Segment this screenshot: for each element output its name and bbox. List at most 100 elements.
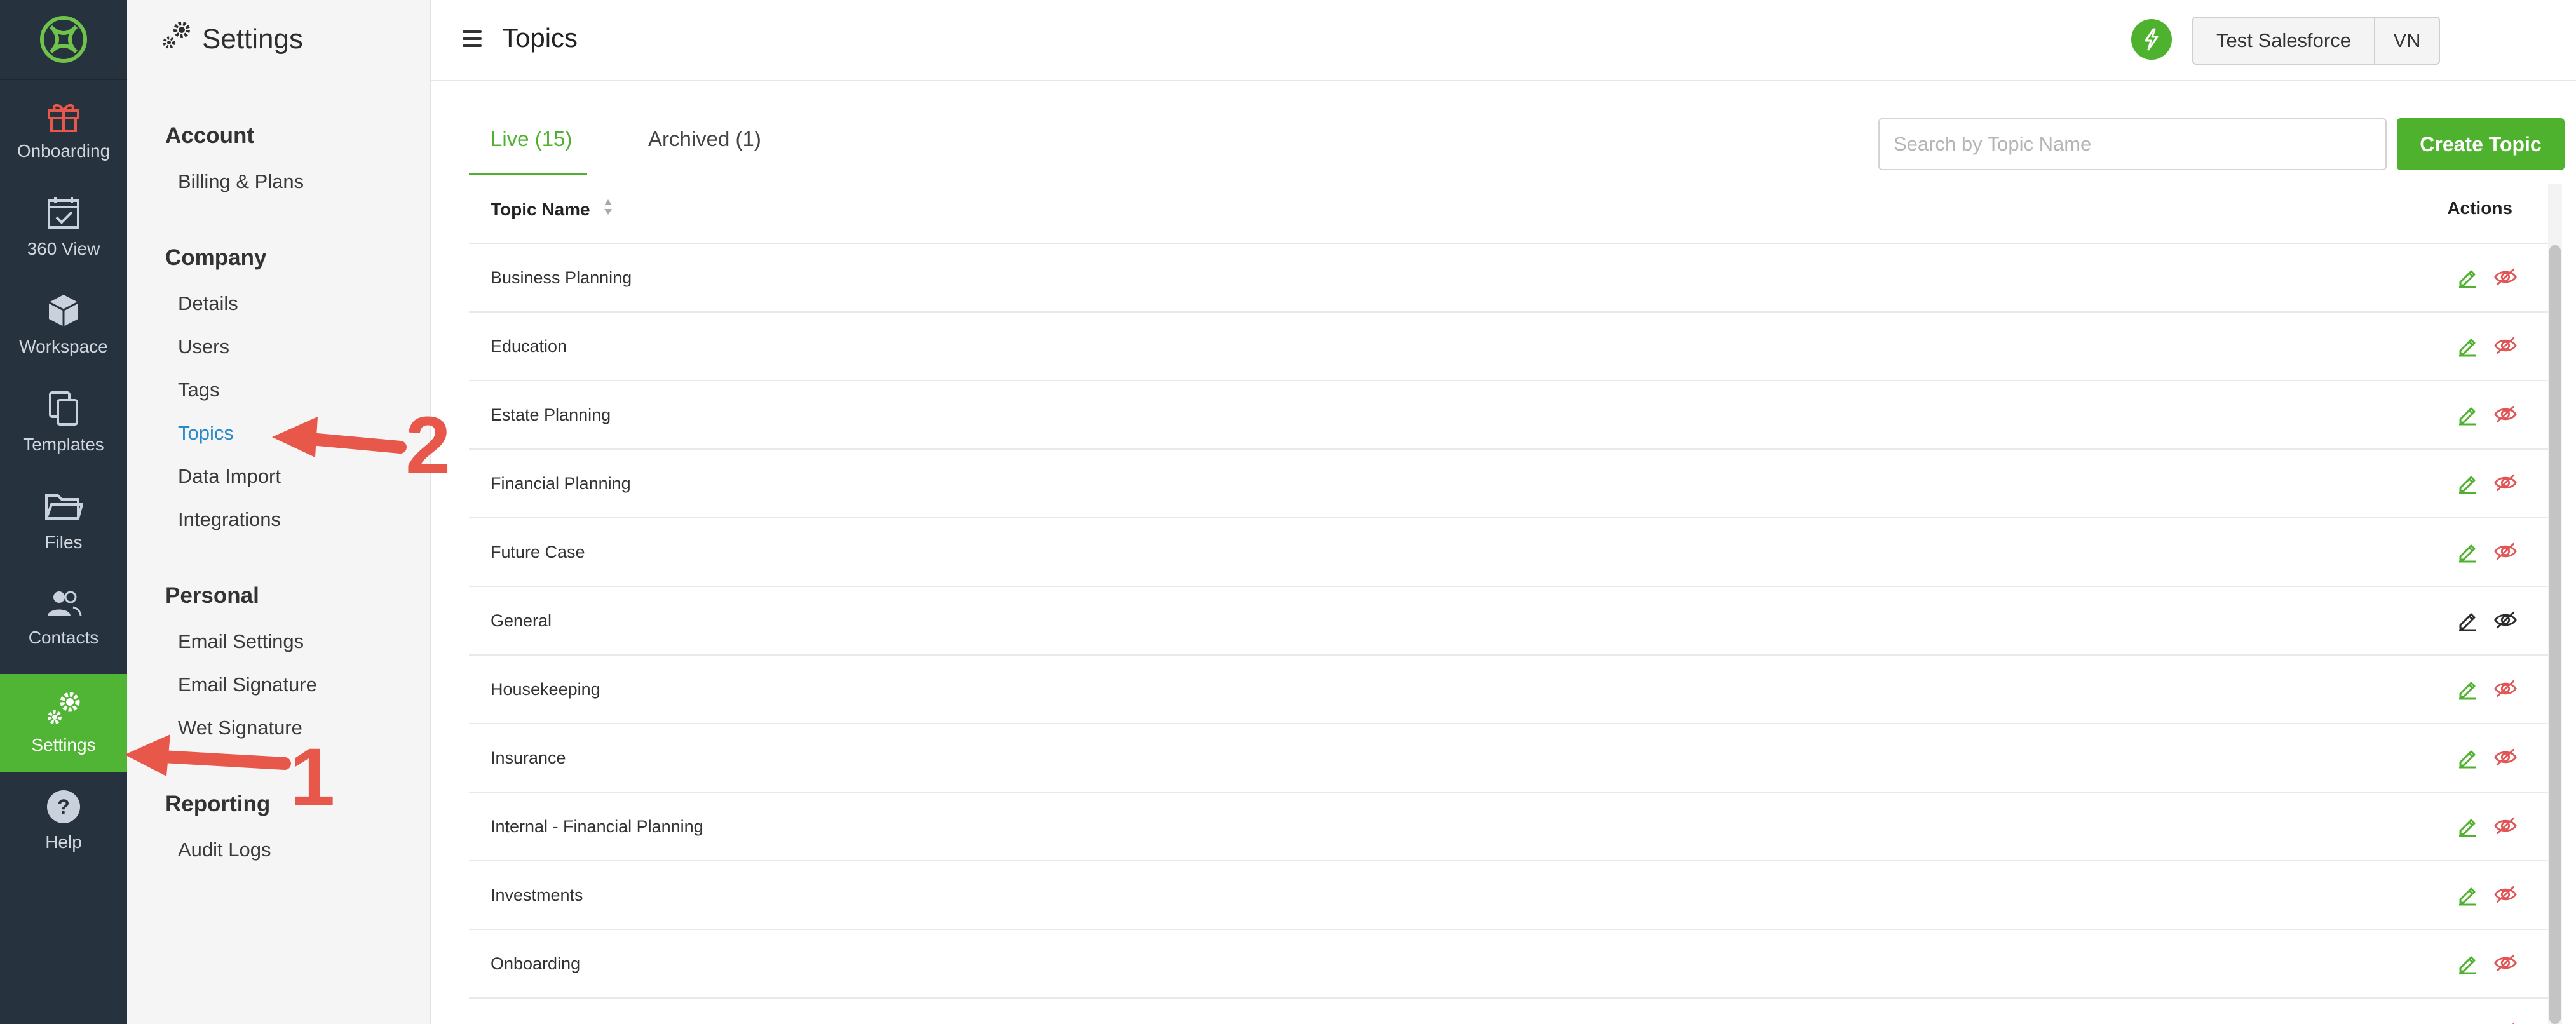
topic-name-cell: Estate Planning [491, 405, 611, 424]
rail-item-settings[interactable]: Settings [0, 674, 127, 772]
nav-link-audit-logs[interactable]: Audit Logs [178, 839, 271, 861]
people-icon [45, 588, 82, 620]
edit-pencil-icon[interactable] [2455, 676, 2479, 701]
archive-eye-slash-icon[interactable] [2493, 470, 2518, 495]
table-row[interactable]: Education [469, 313, 2548, 381]
nav-link-email-signature[interactable]: Email Signature [178, 673, 317, 696]
sort-icon [603, 198, 613, 220]
help-icon: ? [46, 789, 81, 825]
table-row[interactable]: General [469, 587, 2548, 656]
column-header-topic-name[interactable]: Topic Name [491, 198, 613, 220]
nav-link-data-import[interactable]: Data Import [178, 465, 281, 488]
topic-name-cell: Investments [491, 886, 583, 905]
table-row[interactable]: Estate Planning [469, 381, 2548, 450]
section-account: Account [165, 123, 254, 148]
rail-item-workspace[interactable]: Workspace [0, 276, 127, 374]
gear-icon [43, 691, 84, 727]
svg-text:?: ? [57, 795, 70, 818]
page-title: Topics [502, 23, 578, 53]
column-header-label: Topic Name [491, 199, 590, 219]
topic-name-cell: Housekeeping [491, 680, 600, 699]
edit-pencil-icon[interactable] [2455, 607, 2479, 633]
app-logo[interactable] [0, 0, 127, 80]
table-row[interactable]: Onboarding [469, 930, 2548, 999]
archive-eye-slash-icon[interactable] [2493, 950, 2518, 976]
nav-link-tags[interactable]: Tags [178, 379, 219, 401]
topic-name-cell: Onboarding [491, 954, 581, 973]
archive-eye-slash-icon[interactable] [2493, 744, 2518, 770]
salesforce-button[interactable]: Test Salesforce [2193, 18, 2375, 64]
nav-link-email-settings[interactable]: Email Settings [178, 630, 304, 653]
table-row[interactable]: Other Business [469, 999, 2548, 1024]
nav-link-integrations[interactable]: Integrations [178, 508, 281, 531]
row-actions [2455, 950, 2518, 976]
rail-item-files[interactable]: Files [0, 471, 127, 569]
rail-label: Onboarding [17, 141, 111, 161]
rail-item-onboarding[interactable]: Onboarding [0, 80, 127, 178]
rail-label: Files [44, 532, 83, 552]
nav-link-users[interactable]: Users [178, 335, 229, 358]
archive-eye-slash-icon[interactable] [2493, 333, 2518, 358]
rail-item-360-view[interactable]: 360 View [0, 178, 127, 276]
edit-pencil-icon[interactable] [2455, 539, 2479, 564]
annotation-number-2: 2 [405, 400, 451, 491]
row-actions [2455, 401, 2518, 427]
menu-icon[interactable] [463, 30, 482, 48]
create-topic-button[interactable]: Create Topic [2397, 118, 2565, 170]
edit-pencil-icon[interactable] [2455, 333, 2479, 358]
rail-label: Templates [23, 435, 104, 454]
nav-link-billing-plans[interactable]: Billing & Plans [178, 170, 304, 193]
edit-pencil-icon[interactable] [2455, 401, 2479, 427]
nav-link-wet-signature[interactable]: Wet Signature [178, 717, 302, 739]
header-button-group: Test Salesforce VN [2192, 17, 2440, 65]
settings-title: Settings [160, 20, 303, 58]
table-row[interactable]: Investments [469, 861, 2548, 930]
edit-pencil-icon[interactable] [2455, 1019, 2479, 1024]
nav-link-details[interactable]: Details [178, 292, 238, 315]
table-header: Topic Name Actions [469, 175, 2548, 244]
topic-name-cell: Financial Planning [491, 474, 631, 493]
table-row[interactable]: Future Case [469, 518, 2548, 587]
archive-eye-slash-icon[interactable] [2493, 676, 2518, 701]
edit-pencil-icon[interactable] [2455, 470, 2479, 495]
nav-link-topics[interactable]: Topics [178, 422, 234, 445]
rail-label: Contacts [28, 628, 99, 647]
archive-eye-slash-icon[interactable] [2493, 1019, 2518, 1024]
section-personal: Personal [165, 583, 259, 608]
topic-name-cell: Internal - Financial Planning [491, 817, 703, 836]
tab-archived[interactable]: Archived (1) [648, 127, 761, 151]
edit-pencil-icon[interactable] [2455, 882, 2479, 907]
edit-pencil-icon[interactable] [2455, 264, 2479, 290]
row-actions [2455, 539, 2518, 564]
table-row[interactable]: Financial Planning [469, 450, 2548, 518]
top-header: Topics Test Salesforce VN [431, 0, 2576, 81]
rail-item-contacts[interactable]: Contacts [0, 569, 127, 667]
archive-eye-slash-icon[interactable] [2493, 813, 2518, 839]
rail-item-help[interactable]: ? Help [0, 772, 127, 870]
tab-live[interactable]: Live (15) [491, 127, 572, 151]
table-row[interactable]: Housekeeping [469, 656, 2548, 724]
row-actions [2455, 470, 2518, 495]
user-menu-button[interactable]: VN [2375, 18, 2439, 64]
lightning-bolt-icon[interactable] [2131, 19, 2172, 60]
archive-eye-slash-icon[interactable] [2493, 882, 2518, 907]
archive-eye-slash-icon[interactable] [2493, 607, 2518, 633]
topic-name-cell: General [491, 611, 552, 630]
row-actions [2455, 676, 2518, 701]
scrollbar-thumb[interactable] [2549, 245, 2561, 1024]
archive-eye-slash-icon[interactable] [2493, 264, 2518, 290]
edit-pencil-icon[interactable] [2455, 813, 2479, 839]
row-actions [2455, 264, 2518, 290]
archive-eye-slash-icon[interactable] [2493, 401, 2518, 427]
table-row[interactable]: Internal - Financial Planning [469, 793, 2548, 861]
table-row[interactable]: Business Planning [469, 244, 2548, 313]
edit-pencil-icon[interactable] [2455, 950, 2479, 976]
table-row[interactable]: Insurance [469, 724, 2548, 793]
edit-pencil-icon[interactable] [2455, 744, 2479, 770]
archive-eye-slash-icon[interactable] [2493, 539, 2518, 564]
topics-table: Topic Name Actions Business Planning Educ… [469, 175, 2548, 1024]
row-actions [2455, 744, 2518, 770]
logo-icon [40, 16, 87, 63]
search-input[interactable] [1878, 118, 2387, 170]
rail-item-templates[interactable]: Templates [0, 374, 127, 471]
